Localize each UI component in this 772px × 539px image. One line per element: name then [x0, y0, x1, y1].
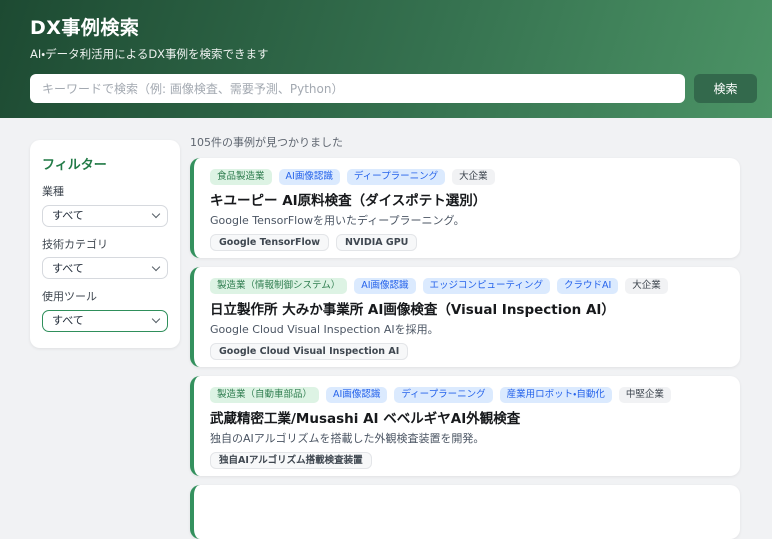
industry-tag: 製造業（自動車部品）	[210, 387, 320, 403]
search-bar: 検索	[30, 74, 757, 103]
results-section: 105件の事例が見つかりました 食品製造業 AI画像認識 ディープラーニング 大…	[190, 136, 740, 539]
app-header: DX事例検索 AI・データ利活用によるDX事例を検索できます 検索	[0, 0, 772, 118]
search-input[interactable]	[30, 74, 685, 103]
tech-category-select-wrap: すべて	[42, 257, 168, 279]
results-count: 105件の事例が見つかりました	[190, 136, 343, 149]
tool-filter-label: 使用ツール	[42, 290, 97, 303]
industry-tag: 食品製造業	[210, 169, 272, 185]
tool-chip: 独自AIアルゴリズム搭載検査装置	[210, 451, 372, 469]
industry-filter-label: 業種	[42, 185, 64, 198]
page-title: DX事例検索	[30, 17, 140, 39]
tech-tag: クラウドAI	[556, 278, 619, 294]
tool-chip: NVIDIA GPU	[336, 233, 418, 251]
case-card-partial[interactable]	[190, 485, 740, 539]
tech-category-filter-label: 技術カテゴリ	[42, 237, 108, 251]
case-description: Google TensorFlowを用いたディープラーニング。	[210, 213, 465, 227]
tech-category-select[interactable]: すべて	[42, 257, 168, 279]
tech-tag: AI画像認識	[354, 278, 416, 294]
case-card[interactable]: 製造業（情報制御システム） AI画像認識 エッジコンピューティング クラウドAI…	[190, 267, 740, 367]
tech-tag: AI画像認識	[278, 169, 340, 185]
filter-panel: フィルター 業種 すべて 技術カテゴリ すべて 使用ツール すべて	[30, 140, 180, 348]
page-subtitle: AI・データ利活用によるDX事例を検索できます	[30, 47, 269, 61]
case-description: 独自のAIアルゴリズムを搭載した外観検査装置を開発。	[210, 431, 485, 445]
filter-field-tech-category: 技術カテゴリ すべて	[42, 236, 168, 279]
tool-chip-row: 独自AIアルゴリズム搭載検査装置	[210, 451, 724, 469]
tag-row: 製造業（情報制御システム） AI画像認識 エッジコンピューティング クラウドAI…	[210, 278, 724, 294]
tool-chip: Google TensorFlow	[210, 233, 329, 251]
filter-field-tool: 使用ツール すべて	[42, 288, 168, 332]
company-size-tag: 中堅企業	[618, 387, 671, 403]
filter-panel-title: フィルター	[42, 158, 107, 173]
company-size-tag: 大企業	[452, 169, 495, 185]
case-card[interactable]: 食品製造業 AI画像認識 ディープラーニング 大企業 キユーピー AI原料検査（…	[190, 158, 740, 258]
tech-tag: ディープラーニング	[346, 169, 446, 185]
tech-tag: AI画像認識	[326, 387, 388, 403]
case-title: キユーピー AI原料検査（ダイスポテト選別）	[210, 192, 487, 209]
industry-select[interactable]: すべて	[42, 204, 168, 227]
tech-tag: エッジコンピューティング	[422, 278, 550, 294]
content-area: フィルター 業種 すべて 技術カテゴリ すべて 使用ツール すべて 105件の事…	[0, 118, 772, 539]
industry-select-wrap: すべて	[42, 204, 168, 227]
tool-chip-row: Google Cloud Visual Inspection AI	[210, 342, 724, 360]
case-title: 日立製作所 大みか事業所 AI画像検査（Visual Inspection AI…	[210, 301, 615, 318]
company-size-tag: 大企業	[625, 278, 668, 294]
case-title: 武蔵精密工業/Musashi AI ベベルギヤAI外観検査	[210, 410, 521, 427]
tag-row: 食品製造業 AI画像認識 ディープラーニング 大企業	[210, 169, 724, 185]
tech-tag: ディープラーニング	[394, 387, 493, 403]
filter-field-industry: 業種 すべて	[42, 183, 168, 227]
case-card-list: 食品製造業 AI画像認識 ディープラーニング 大企業 キユーピー AI原料検査（…	[190, 158, 740, 539]
tool-chip-row: Google TensorFlow NVIDIA GPU	[210, 233, 724, 251]
tech-tag: 産業用ロボット・自動化	[499, 387, 612, 403]
case-card[interactable]: 製造業（自動車部品） AI画像認識 ディープラーニング 産業用ロボット・自動化 …	[190, 376, 740, 476]
tool-select[interactable]: すべて	[42, 309, 168, 332]
tag-row: 製造業（自動車部品） AI画像認識 ディープラーニング 産業用ロボット・自動化 …	[210, 387, 724, 403]
search-button[interactable]: 検索	[694, 74, 757, 103]
industry-tag: 製造業（情報制御システム）	[210, 278, 348, 294]
tool-chip: Google Cloud Visual Inspection AI	[210, 342, 409, 360]
case-description: Google Cloud Visual Inspection AIを採用。	[210, 322, 439, 336]
tool-select-wrap: すべて	[42, 309, 168, 332]
